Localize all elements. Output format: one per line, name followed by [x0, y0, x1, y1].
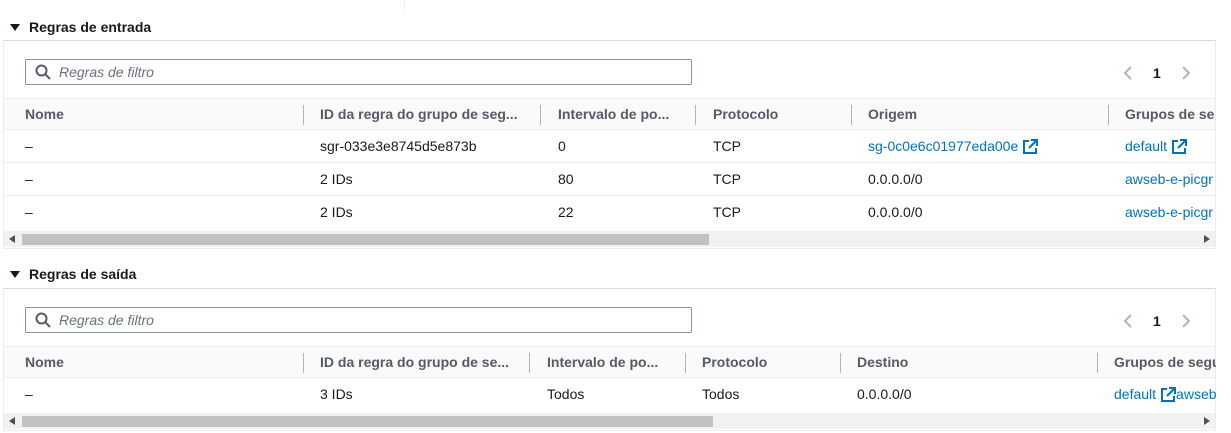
- column-resizer[interactable]: [1097, 353, 1098, 373]
- outbound-page-number[interactable]: 1: [1153, 313, 1161, 329]
- scroll-right-icon[interactable]: [1199, 231, 1215, 247]
- top-divider: [404, 0, 405, 10]
- chevron-right-icon[interactable]: [1179, 64, 1193, 82]
- cell-port: Todos: [547, 386, 585, 402]
- inbound-page-number[interactable]: 1: [1153, 65, 1161, 81]
- column-resizer[interactable]: [529, 353, 530, 373]
- table-row: – 3 IDs Todos Todos 0.0.0.0/0 default aws…: [4, 378, 1217, 411]
- inbound-rules-panel: 1 Nome ID da regra do grupo de seg... In…: [3, 40, 1216, 249]
- col-security-groups[interactable]: Grupos de seg: [1125, 99, 1215, 129]
- group-link[interactable]: awseb-e-picgr: [1125, 171, 1213, 187]
- group-link[interactable]: awseb-e-picgr: [1125, 204, 1213, 220]
- cell-rule-id: 3 IDs: [320, 386, 353, 402]
- outbound-rules-title: Regras de saída: [29, 266, 137, 282]
- group-link[interactable]: default: [1125, 138, 1167, 154]
- column-resizer[interactable]: [851, 105, 852, 125]
- table-row: – 2 IDs 80 TCP 0.0.0.0/0 awseb-e-picgr: [4, 163, 1215, 196]
- column-resizer[interactable]: [303, 353, 304, 373]
- chevron-left-icon[interactable]: [1121, 312, 1135, 330]
- caret-down-icon[interactable]: [10, 270, 20, 278]
- inbound-filter-input[interactable]: [59, 64, 691, 80]
- table-row: – sgr-033e3e8745d5e873b 0 TCP sg-0c0e6c0…: [4, 130, 1215, 163]
- col-destination[interactable]: Destino: [857, 347, 1077, 377]
- cell-name: –: [25, 138, 33, 154]
- column-resizer[interactable]: [695, 105, 696, 125]
- column-resizer[interactable]: [685, 353, 686, 373]
- cell-port: 0: [558, 138, 566, 154]
- scroll-left-icon[interactable]: [4, 231, 20, 247]
- table-row: – 2 IDs 22 TCP 0.0.0.0/0 awseb-e-picgr: [4, 196, 1215, 229]
- col-port-range[interactable]: Intervalo de po...: [558, 99, 683, 129]
- cell-group: default awseb: [1114, 378, 1217, 411]
- cell-name: –: [25, 204, 33, 220]
- search-icon: [35, 312, 51, 328]
- cell-group: awseb-e-picgr: [1125, 196, 1217, 229]
- inbound-table-header: Nome ID da regra do grupo de seg... Inte…: [4, 98, 1215, 130]
- inbound-horizontal-scrollbar[interactable]: [4, 231, 1215, 247]
- inbound-filter-field[interactable]: [25, 59, 692, 85]
- inbound-rules-header[interactable]: Regras de entrada: [0, 14, 1231, 40]
- column-resizer[interactable]: [303, 105, 304, 125]
- caret-down-icon[interactable]: [10, 23, 20, 31]
- cell-group: default: [1125, 130, 1217, 163]
- col-rule-id[interactable]: ID da regra do grupo de seg...: [320, 99, 525, 129]
- outbound-filter-field[interactable]: [25, 307, 692, 333]
- cell-rule-id: 2 IDs: [320, 204, 353, 220]
- outbound-horizontal-scrollbar[interactable]: [4, 413, 1215, 429]
- chevron-right-icon[interactable]: [1179, 312, 1193, 330]
- external-link-icon[interactable]: [1171, 139, 1188, 155]
- group-link[interactable]: default: [1114, 386, 1156, 402]
- scroll-thumb[interactable]: [22, 234, 709, 245]
- external-link-icon[interactable]: [1022, 139, 1039, 155]
- column-resizer[interactable]: [840, 353, 841, 373]
- col-protocol[interactable]: Protocolo: [713, 99, 838, 129]
- search-icon: [35, 64, 51, 80]
- outbound-filter-input[interactable]: [59, 312, 691, 328]
- col-security-groups[interactable]: Grupos de segu: [1114, 347, 1216, 377]
- cell-protocol: TCP: [713, 138, 741, 154]
- source-sg-link[interactable]: sg-0c0e6c01977eda00e: [868, 138, 1018, 154]
- cell-port: 80: [558, 171, 574, 187]
- col-name[interactable]: Nome: [25, 99, 295, 129]
- outbound-rules-header[interactable]: Regras de saída: [0, 261, 1231, 287]
- cell-rule-id: 2 IDs: [320, 171, 353, 187]
- col-protocol[interactable]: Protocolo: [702, 347, 827, 377]
- cell-source: sg-0c0e6c01977eda00e: [868, 130, 1039, 163]
- col-source[interactable]: Origem: [868, 99, 1088, 129]
- cell-destination: 0.0.0.0/0: [857, 386, 912, 402]
- cell-name: –: [25, 171, 33, 187]
- column-resizer[interactable]: [1108, 105, 1109, 125]
- outbound-pagination: 1: [1121, 312, 1193, 330]
- cell-source: 0.0.0.0/0: [868, 171, 923, 187]
- cell-group: awseb-e-picgr: [1125, 163, 1217, 196]
- col-rule-id[interactable]: ID da regra do grupo de se...: [320, 347, 515, 377]
- cell-protocol: TCP: [713, 171, 741, 187]
- cell-port: 22: [558, 204, 574, 220]
- col-port-range[interactable]: Intervalo de po...: [547, 347, 672, 377]
- group-link-extra[interactable]: awseb: [1176, 386, 1216, 402]
- col-name[interactable]: Nome: [25, 347, 295, 377]
- inbound-pagination: 1: [1121, 64, 1193, 82]
- inbound-rules-title: Regras de entrada: [29, 19, 152, 35]
- scroll-thumb[interactable]: [22, 416, 713, 427]
- cell-source: 0.0.0.0/0: [868, 204, 923, 220]
- cell-protocol: TCP: [713, 204, 741, 220]
- cell-name: –: [25, 386, 33, 402]
- outbound-rules-panel: 1 Nome ID da regra do grupo de se... Int…: [3, 288, 1217, 431]
- chevron-left-icon[interactable]: [1121, 64, 1135, 82]
- scroll-left-icon[interactable]: [4, 413, 20, 429]
- external-link-icon[interactable]: [1160, 387, 1177, 403]
- cell-rule-id: sgr-033e3e8745d5e873b: [320, 138, 477, 154]
- scroll-right-icon[interactable]: [1199, 413, 1215, 429]
- outbound-table-header: Nome ID da regra do grupo de se... Inter…: [4, 346, 1216, 378]
- column-resizer[interactable]: [540, 105, 541, 125]
- cell-protocol: Todos: [702, 386, 740, 402]
